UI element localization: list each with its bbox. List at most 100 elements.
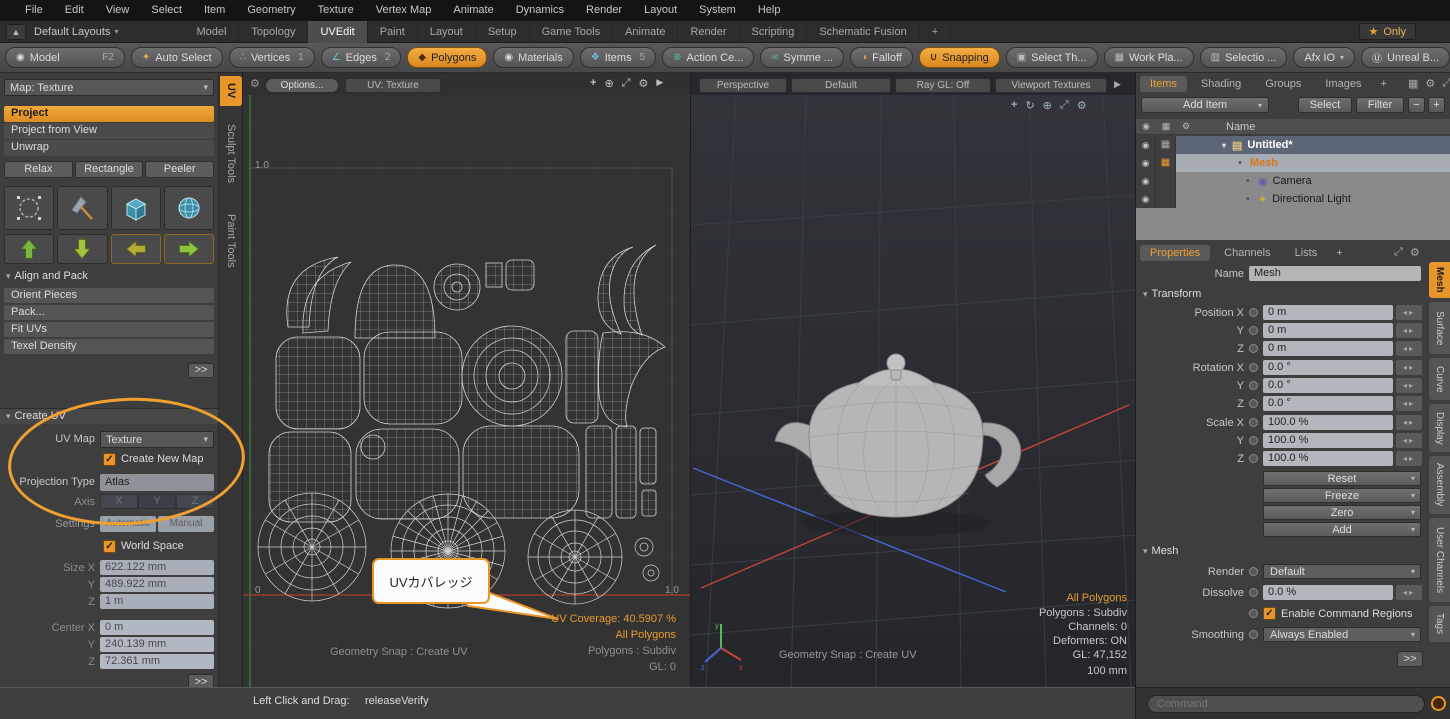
reset-dot[interactable] [1249, 588, 1258, 597]
texel-density-button[interactable]: Texel Density [4, 339, 214, 354]
name-column-header[interactable]: Name [1226, 121, 1255, 133]
rotation-z-field[interactable]: 0.0 ° [1263, 396, 1393, 411]
expand-triangle-icon[interactable]: ▾ [1222, 141, 1226, 150]
item-row-directional-light[interactable]: ◉ • ✦ Directional Light [1136, 190, 1450, 208]
settings-manual-button[interactable]: Manual [158, 516, 214, 532]
command-input[interactable] [1147, 695, 1425, 713]
zero-button[interactable]: Zero▾ [1263, 505, 1421, 520]
transform-section-header[interactable]: ▾Transform [1143, 288, 1201, 300]
menu-dynamics[interactable]: Dynamics [505, 0, 575, 21]
pelt-tool-button[interactable] [57, 186, 107, 230]
uv-texture-tab[interactable]: UV: Texture [345, 78, 441, 93]
settings-automatic-button[interactable]: Automatic [100, 516, 156, 532]
menu-select[interactable]: Select [140, 0, 193, 21]
tab-add[interactable]: + [1331, 245, 1347, 261]
move-up-button[interactable] [4, 234, 54, 264]
tab-channels[interactable]: Channels [1214, 245, 1280, 261]
project-from-view-button[interactable]: Project from View [4, 123, 214, 139]
viewport-tabs-more-icon[interactable]: ▶ [1114, 79, 1121, 90]
scale-y-field[interactable]: 100.0 % [1263, 433, 1393, 448]
auto-select-button[interactable]: ✦Auto Select [131, 47, 223, 68]
uv-projection-tool-button[interactable] [4, 186, 54, 230]
unwrap-button[interactable]: Unwrap [4, 140, 214, 156]
mesh-layer-icon[interactable]: ▦ [1156, 154, 1176, 172]
tab-add[interactable]: + [920, 21, 951, 43]
move-left-button[interactable] [111, 234, 161, 264]
add-button[interactable]: Add▾ [1263, 522, 1421, 537]
viewport-tab-default[interactable]: Default [791, 78, 891, 93]
position-z-field[interactable]: 0 m [1263, 341, 1393, 356]
tab-items[interactable]: Items [1140, 76, 1187, 92]
menu-view[interactable]: View [95, 0, 141, 21]
scale-x-field[interactable]: 100.0 % [1263, 415, 1393, 430]
move-view-icon[interactable]: + [1011, 99, 1017, 112]
world-space-checkbox[interactable]: ✓ [103, 540, 116, 553]
position-x-field[interactable]: 0 m [1263, 305, 1393, 320]
move-right-button[interactable] [164, 234, 214, 264]
name-field[interactable]: Mesh [1249, 266, 1421, 281]
expand-icon[interactable]: ⤢ [1442, 77, 1450, 90]
viewport-tab-perspective[interactable]: Perspective [699, 78, 787, 93]
reset-button[interactable]: Reset▾ [1263, 471, 1421, 486]
tab-scripting[interactable]: Scripting [740, 21, 808, 43]
eye-icon[interactable]: ◉ [1136, 172, 1156, 190]
tab-schematic-fusion[interactable]: Schematic Fusion [807, 21, 919, 43]
move-view-icon[interactable]: + [590, 77, 596, 90]
reset-dot[interactable] [1249, 418, 1258, 427]
reset-dot[interactable] [1249, 436, 1258, 445]
uv-options-gear-icon[interactable]: ⚙ [250, 77, 260, 90]
smoothing-dropdown[interactable]: Always Enabled▾ [1263, 627, 1421, 642]
selection-sets-button[interactable]: ▥Selectio ... [1200, 47, 1288, 68]
sphere-projection-tool-button[interactable] [164, 186, 214, 230]
center-z-field[interactable]: 72.361 mm [100, 654, 214, 669]
gear-icon[interactable]: ⚙ [1077, 99, 1087, 112]
position-z-spinner[interactable]: ◂▸ [1396, 341, 1422, 356]
menu-vertex-map[interactable]: Vertex Map [365, 0, 443, 21]
eye-icon[interactable]: ◉ [1136, 190, 1156, 208]
only-toggle[interactable]: ★ Only [1359, 23, 1417, 40]
menu-geometry[interactable]: Geometry [236, 0, 306, 21]
snapping-button[interactable]: ∪Snapping [919, 47, 1000, 68]
menu-item[interactable]: Item [193, 0, 236, 21]
side-tab-user-channels[interactable]: User Channels [1429, 518, 1450, 602]
more-tools-button[interactable]: >> [188, 363, 214, 378]
menu-animate[interactable]: Animate [442, 0, 504, 21]
polygons-mode-button[interactable]: ◆Polygons [407, 47, 487, 68]
rotation-x-field[interactable]: 0.0 ° [1263, 360, 1393, 375]
tab-shading[interactable]: Shading [1191, 76, 1251, 92]
dissolve-field[interactable]: 0.0 % [1263, 585, 1393, 600]
size-x-field[interactable]: 622.122 mm [100, 560, 214, 575]
project-button[interactable]: Project [4, 106, 214, 122]
rotation-z-spinner[interactable]: ◂▸ [1396, 396, 1422, 411]
reset-dot[interactable] [1249, 308, 1258, 317]
select-button[interactable]: Select [1298, 97, 1352, 113]
relax-button[interactable]: Relax [4, 161, 73, 178]
enable-command-regions-checkbox[interactable]: ✓ [1263, 607, 1276, 620]
action-center-button[interactable]: ⊕Action Ce... [662, 47, 754, 68]
viewport-tab-textures[interactable]: Viewport Textures [995, 78, 1107, 93]
item-list-empty-area[interactable] [1136, 208, 1450, 240]
tab-images[interactable]: Images [1315, 76, 1371, 92]
expand-all-button[interactable]: + [1428, 97, 1445, 113]
collapse-all-button[interactable]: − [1408, 97, 1425, 113]
uv-options-button[interactable]: Options... [265, 78, 339, 93]
unreal-bridge-button[interactable]: ⓊUnreal B... [1361, 47, 1450, 68]
vertical-tab-paint-tools[interactable]: Paint Tools [220, 201, 242, 281]
dissolve-spinner[interactable]: ◂▸ [1396, 585, 1422, 600]
zoom-icon[interactable]: ⊕ [1043, 99, 1052, 112]
projection-type-field[interactable]: Atlas [100, 474, 214, 491]
grid-icon[interactable]: ▦ [1408, 77, 1418, 90]
vertical-tab-uv[interactable]: UV [220, 76, 242, 106]
reset-dot[interactable] [1249, 567, 1258, 576]
symmetry-button[interactable]: ∞Symme ... [760, 47, 844, 68]
zoom-icon[interactable]: ⊕ [604, 77, 613, 90]
render-dropdown[interactable]: Default▾ [1263, 564, 1421, 579]
reset-dot[interactable] [1249, 326, 1258, 335]
tab-lists[interactable]: Lists [1285, 245, 1328, 261]
rotation-x-spinner[interactable]: ◂▸ [1396, 360, 1422, 375]
mesh-section-header[interactable]: ▾Mesh [1143, 545, 1178, 557]
reset-dot[interactable] [1249, 609, 1258, 618]
axis-y-option[interactable]: Y [138, 494, 176, 509]
align-and-pack-header[interactable]: ▾Align and Pack [6, 270, 88, 282]
mode-selector-button[interactable]: ◉ Model F2 [5, 47, 125, 68]
